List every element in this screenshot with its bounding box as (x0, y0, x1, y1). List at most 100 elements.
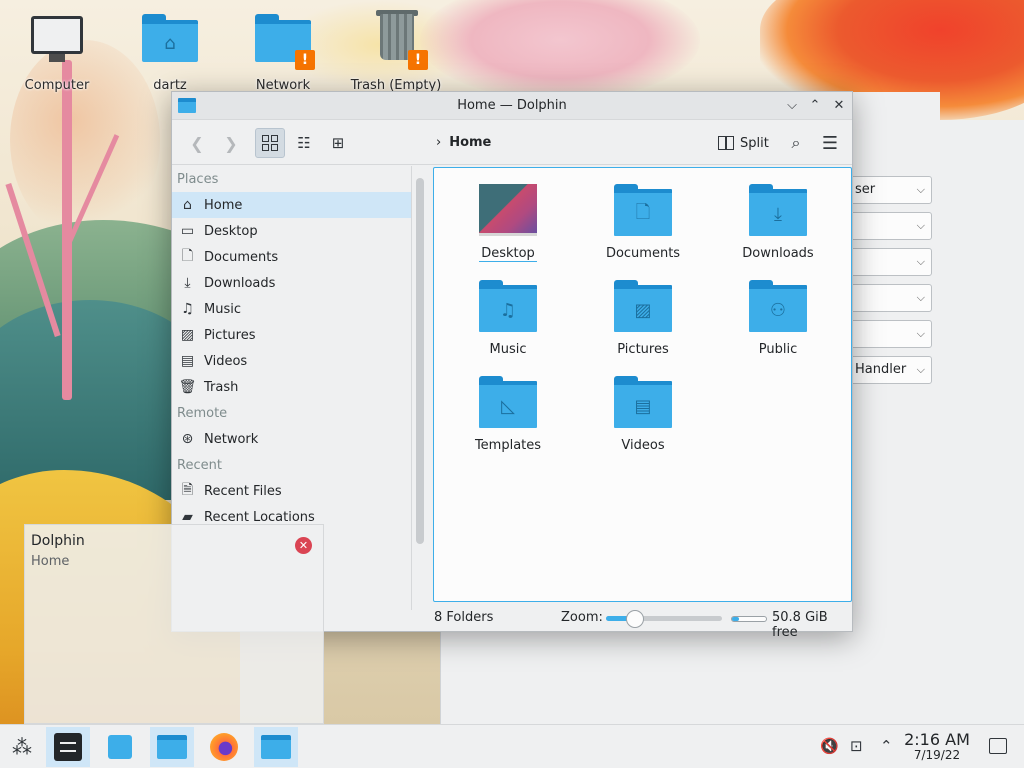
desktop-icon-trash[interactable]: ! Trash (Empty) (351, 8, 441, 93)
icons-view-button[interactable] (255, 128, 285, 158)
wallpaper-cloud (420, 0, 700, 100)
picture-icon: ▨ (180, 327, 195, 343)
combo-value: ser (855, 182, 876, 197)
folder-item-templates[interactable]: ◺ Templates (448, 376, 568, 453)
folder-item-pictures[interactable]: ▨ Pictures (583, 280, 703, 357)
forward-button[interactable]: ❯ (216, 128, 246, 158)
folder-label: Public (758, 342, 798, 357)
folder-label: Templates (474, 438, 542, 453)
sidebar-item-recent-files[interactable]: 🗎 Recent Files (172, 478, 411, 504)
grid-view-icon (262, 135, 278, 151)
sidebar-item-documents[interactable]: 🗋 Documents (172, 244, 411, 270)
sidebar-item-home[interactable]: ⌂ Home (172, 192, 411, 218)
digital-clock[interactable]: 2:16 AM 7/19/22 (900, 730, 974, 762)
sidebar-item-label: Home (204, 197, 243, 213)
titlebar[interactable]: Home — Dolphin ⌵ ⌃ ✕ (172, 92, 852, 120)
task-discover[interactable] (98, 727, 142, 767)
chevron-down-icon: ⌵ (916, 363, 925, 376)
sidebar-item-music[interactable]: ♫ Music (172, 296, 411, 322)
clock-date: 7/19/22 (913, 748, 961, 762)
background-combo[interactable]: ⌵ (850, 212, 932, 240)
network-folder-icon: ! (253, 8, 315, 70)
background-combo[interactable]: ⌵ (850, 248, 932, 276)
task-system-settings[interactable] (46, 727, 90, 767)
chevron-up-icon[interactable]: ⌃ (880, 737, 893, 755)
compact-view-button[interactable]: ☷ (289, 128, 319, 158)
desktop-thumbnail-icon (479, 184, 537, 236)
split-view-icon (718, 136, 734, 150)
chevron-down-icon: ⌵ (916, 291, 925, 304)
network-icon: ⊛ (181, 431, 194, 447)
sidebar-item-downloads[interactable]: ⤓ Downloads (172, 270, 411, 296)
tooltip-subtitle: Home (31, 554, 70, 569)
background-combo[interactable]: Handler ⌵ (850, 356, 932, 384)
chevron-down-icon[interactable]: ⌵ (782, 96, 802, 116)
music-folder-icon: ♫ (479, 280, 537, 332)
folder-item-music[interactable]: ♫ Music (448, 280, 568, 357)
folder-item-documents[interactable]: 🗋 Documents (583, 184, 703, 261)
task-dolphin[interactable] (150, 727, 194, 767)
home-icon: ⌂ (183, 197, 192, 213)
breadcrumb[interactable]: › Home (436, 135, 491, 150)
folder-count: 8 Folders (434, 610, 494, 625)
folder-label: Documents (605, 246, 681, 261)
search-button[interactable]: ⌕ (781, 128, 811, 158)
task-tooltip[interactable]: Dolphin Home ✕ (24, 524, 324, 724)
picture-folder-icon: ▨ (614, 280, 672, 332)
sidebar-item-desktop[interactable]: ▭ Desktop (172, 218, 411, 244)
desktop-icon-home[interactable]: ⌂ dartz (125, 8, 215, 93)
recent-files-icon: 🗎 (181, 482, 194, 498)
chevron-right-icon: › (436, 135, 442, 150)
breadcrumb-home[interactable]: Home (449, 135, 491, 150)
compact-view-icon: ☷ (297, 134, 311, 152)
folder-item-videos[interactable]: ▤ Videos (583, 376, 703, 453)
zoom-slider[interactable] (606, 610, 722, 628)
background-combo[interactable]: ⌵ (850, 284, 932, 312)
sidebar-item-network[interactable]: ⊛ Network (172, 426, 411, 452)
file-view[interactable]: Desktop 🗋 Documents ⤓ Downloads ♫ Music … (433, 167, 852, 602)
folder-item-public[interactable]: ⚇ Public (718, 280, 838, 357)
background-combo[interactable]: ser ⌵ (850, 176, 932, 204)
search-icon: ⌕ (791, 133, 801, 152)
warning-badge-icon: ! (295, 50, 315, 70)
folder-label: Music (489, 342, 527, 357)
details-view-button[interactable]: ⊞ (323, 128, 353, 158)
split-button[interactable]: Split (718, 129, 769, 157)
chevron-down-icon: ⌵ (916, 327, 925, 340)
desktop-icon-computer[interactable]: Computer (12, 8, 102, 93)
computer-icon (27, 8, 87, 68)
toolbar: ❮ ❯ ☷ ⊞ › Home Split ⌕ ☰ (172, 121, 852, 165)
wallpaper-tree (62, 60, 72, 400)
network-status-icon[interactable]: ⊡ (850, 737, 863, 755)
split-label: Split (740, 135, 769, 151)
sidebar-item-trash[interactable]: 🗑 Trash (172, 374, 411, 400)
tree-view-icon: ⊞ (331, 134, 345, 152)
task-firefox[interactable] (202, 727, 246, 767)
launcher-icon: ⁂ (12, 735, 32, 759)
menu-button[interactable]: ☰ (815, 128, 845, 158)
close-icon[interactable]: ✕ (295, 537, 312, 554)
section-recent: Recent (177, 458, 222, 473)
folder-label: Desktop (479, 246, 537, 262)
sidebar-item-videos[interactable]: ▤ Videos (172, 348, 411, 374)
background-combo[interactable]: ⌵ (850, 320, 932, 348)
sidebar-scrollbar[interactable] (416, 178, 424, 544)
zoom-slider-handle[interactable] (626, 610, 644, 628)
task-dolphin[interactable] (254, 727, 298, 767)
sidebar-item-label: Pictures (204, 327, 256, 343)
application-launcher-button[interactable]: ⁂ (0, 727, 44, 767)
combo-value: Handler (855, 362, 907, 377)
firefox-icon (210, 733, 238, 761)
sidebar-item-pictures[interactable]: ▨ Pictures (172, 322, 411, 348)
clock-time: 2:16 AM (904, 730, 970, 749)
arrow-left-icon: ❮ (190, 133, 204, 153)
close-button[interactable]: ✕ (829, 96, 849, 116)
desktop-icon-network[interactable]: ! Network (238, 8, 328, 93)
volume-muted-icon[interactable]: 🔇 (820, 737, 839, 755)
show-desktop-icon[interactable] (989, 738, 1007, 754)
folder-item-downloads[interactable]: ⤓ Downloads (718, 184, 838, 261)
warning-badge-icon: ! (408, 50, 428, 70)
maximize-button[interactable]: ⌃ (805, 96, 825, 116)
folder-item-desktop[interactable]: Desktop (448, 184, 568, 262)
back-button[interactable]: ❮ (182, 128, 212, 158)
